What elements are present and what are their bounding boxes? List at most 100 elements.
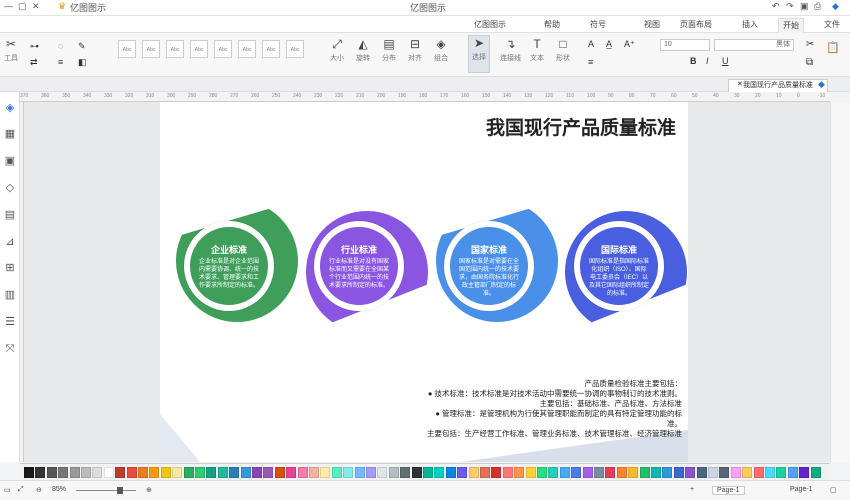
grid-icon[interactable]: ▦ bbox=[3, 127, 17, 141]
style-preset[interactable]: Abc bbox=[214, 40, 232, 58]
italic-icon[interactable]: I bbox=[706, 56, 709, 66]
color-swatch[interactable] bbox=[639, 467, 650, 478]
color-swatch[interactable] bbox=[594, 467, 604, 478]
color-swatch[interactable] bbox=[388, 467, 399, 478]
font-size-input[interactable]: 10 bbox=[660, 39, 710, 51]
add-page-icon[interactable]: + bbox=[690, 486, 694, 493]
color-swatch[interactable] bbox=[252, 467, 262, 478]
tab-insert[interactable]: 插入 bbox=[738, 18, 762, 33]
undo-icon[interactable]: ↶ bbox=[772, 1, 780, 12]
table-icon[interactable]: ⊞ bbox=[3, 261, 17, 275]
fill-icon[interactable]: ◌ bbox=[58, 41, 63, 51]
style-preset[interactable]: Abc bbox=[190, 40, 208, 58]
arrow-style-icon[interactable]: ⇄ bbox=[30, 57, 38, 68]
distribute-group[interactable]: ▤ 分布 bbox=[382, 37, 396, 63]
color-swatch[interactable] bbox=[491, 467, 502, 478]
card-enterprise-standard[interactable]: 企业标准 企业标准是对企业范围内需要协调、统一的技术要求、管理要求和工作要求所制… bbox=[184, 221, 274, 311]
maximize-icon[interactable]: ▢ bbox=[18, 1, 27, 12]
tab-symbols[interactable]: 符号 bbox=[586, 18, 610, 33]
style-preset[interactable]: Abc bbox=[262, 40, 280, 58]
color-swatch[interactable] bbox=[309, 467, 319, 478]
style-preset[interactable]: Abc bbox=[238, 40, 256, 58]
color-swatch[interactable] bbox=[274, 467, 285, 478]
color-swatch[interactable] bbox=[331, 467, 342, 478]
color-swatch[interactable] bbox=[787, 467, 798, 478]
shadow-icon[interactable]: ◧ bbox=[78, 57, 87, 68]
color-swatch[interactable] bbox=[160, 467, 171, 478]
color-swatch[interactable] bbox=[115, 467, 126, 478]
color-swatch[interactable] bbox=[776, 467, 787, 478]
color-swatch[interactable] bbox=[434, 467, 445, 478]
color-swatch[interactable] bbox=[616, 467, 627, 478]
highlight-icon[interactable]: A̲ bbox=[606, 39, 612, 49]
color-swatch[interactable] bbox=[480, 467, 490, 478]
color-swatch[interactable] bbox=[58, 467, 69, 478]
format-icon[interactable]: ☰ bbox=[3, 315, 17, 329]
color-swatch[interactable] bbox=[354, 467, 365, 478]
font-grow-icon[interactable]: A⁺ bbox=[624, 39, 635, 50]
color-swatch[interactable] bbox=[571, 467, 582, 478]
page-icon[interactable]: ▤ bbox=[3, 208, 17, 222]
color-swatch[interactable] bbox=[742, 467, 753, 478]
group-group[interactable]: ◈ 组合 bbox=[434, 37, 448, 63]
color-swatch[interactable] bbox=[502, 467, 513, 478]
color-swatch[interactable] bbox=[297, 467, 308, 478]
shape-tool[interactable]: □ 形状 bbox=[556, 37, 570, 63]
color-swatch[interactable] bbox=[423, 467, 433, 478]
style-preset[interactable]: Abc bbox=[286, 40, 304, 58]
color-swatch[interactable] bbox=[46, 467, 57, 478]
color-swatch[interactable] bbox=[69, 467, 80, 478]
color-swatch[interactable] bbox=[366, 467, 376, 478]
card-international-standard[interactable]: 国际标准 国际标准是指国际标准化组织（ISO）、国际电工委员会（IEC）以及其它… bbox=[574, 221, 664, 311]
paste-icon[interactable]: 📋 bbox=[826, 41, 840, 54]
tools-group[interactable]: ✂ 工具 bbox=[4, 37, 18, 63]
color-swatch[interactable] bbox=[286, 467, 297, 478]
bold-icon[interactable]: B bbox=[690, 56, 697, 66]
color-swatch[interactable] bbox=[263, 467, 274, 478]
line-weight-icon[interactable]: ≡ bbox=[58, 57, 63, 67]
right-scrollbar[interactable] bbox=[830, 102, 850, 462]
color-swatch[interactable] bbox=[149, 467, 160, 478]
select-tool[interactable]: ➤ 选择 bbox=[468, 35, 490, 73]
color-swatch[interactable] bbox=[24, 467, 34, 478]
font-name-input[interactable]: 黑体 bbox=[714, 39, 794, 51]
page-tab[interactable]: Page-1 bbox=[712, 486, 745, 495]
color-swatch[interactable] bbox=[651, 467, 661, 478]
color-swatch[interactable] bbox=[730, 467, 741, 478]
color-swatch[interactable] bbox=[195, 467, 205, 478]
style-preset[interactable]: Abc bbox=[118, 40, 136, 58]
color-swatch[interactable] bbox=[229, 467, 240, 478]
paint-bucket-icon[interactable]: ◈ bbox=[3, 101, 17, 115]
copy-icon[interactable]: ⧉ bbox=[806, 57, 813, 68]
zoom-slider-thumb[interactable] bbox=[117, 487, 123, 494]
color-swatch[interactable] bbox=[765, 467, 775, 478]
color-swatch[interactable] bbox=[103, 467, 114, 478]
color-swatch[interactable] bbox=[468, 467, 479, 478]
color-swatch[interactable] bbox=[206, 467, 217, 478]
color-swatch[interactable] bbox=[605, 467, 616, 478]
rotate-group[interactable]: ◭ 旋转 bbox=[356, 37, 370, 63]
color-swatch[interactable] bbox=[628, 467, 639, 478]
fullscreen-icon[interactable]: ⤢ bbox=[18, 486, 24, 494]
align-left-icon[interactable]: ≡ bbox=[588, 57, 593, 67]
card-national-standard[interactable]: 国家标准 国家标准是对需要在全国范围内统一的技术要求，由国务院标准化行政主管部门… bbox=[444, 221, 534, 311]
color-swatch[interactable] bbox=[810, 467, 821, 478]
color-swatch[interactable] bbox=[559, 467, 570, 478]
color-swatch[interactable] bbox=[343, 467, 354, 478]
color-swatch[interactable] bbox=[81, 467, 91, 478]
zoom-out-icon[interactable]: ⊖ bbox=[36, 486, 42, 494]
minimize-icon[interactable]: — bbox=[4, 1, 13, 11]
color-swatch[interactable] bbox=[582, 467, 593, 478]
redo-icon[interactable]: ↷ bbox=[786, 1, 794, 12]
style-preset[interactable]: Abc bbox=[142, 40, 160, 58]
color-swatch[interactable] bbox=[445, 467, 456, 478]
line-style-icon[interactable]: ⊶ bbox=[30, 41, 39, 52]
color-swatch[interactable] bbox=[753, 467, 764, 478]
tab-home[interactable]: 开始 bbox=[778, 18, 804, 33]
tab-edrawmax[interactable]: 亿图图示 bbox=[470, 18, 510, 33]
tab-page-layout[interactable]: 页面布局 bbox=[676, 18, 716, 33]
print-icon[interactable]: ⎙ bbox=[814, 1, 821, 12]
page-label[interactable]: Page-1 bbox=[790, 486, 813, 493]
connector-tool[interactable]: ↴ 连接线 bbox=[500, 37, 521, 63]
expand-icon[interactable]: ⤧ bbox=[3, 342, 17, 356]
